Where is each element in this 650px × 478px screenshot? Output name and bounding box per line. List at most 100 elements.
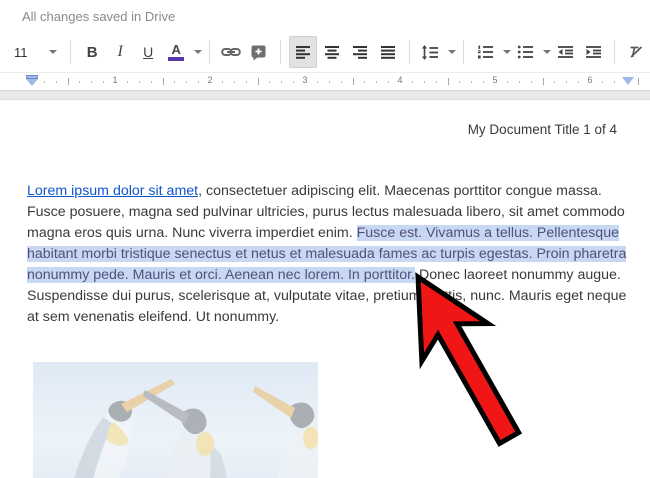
ruler-tick <box>448 78 449 85</box>
body-text: Donec laoreet nonummy augue. <box>415 267 621 283</box>
ruler-tick <box>614 81 615 83</box>
ruler-tick <box>626 81 627 83</box>
text-line[interactable]: magna eros quis urna. Nunc viverra imper… <box>27 223 642 244</box>
chevron-down-icon[interactable] <box>543 50 551 54</box>
ruler-tick <box>91 81 92 83</box>
text-color-button[interactable]: A <box>163 37 189 67</box>
line-spacing-icon <box>421 45 439 60</box>
text-line[interactable]: habitant morbi tristique senectus et net… <box>27 244 642 265</box>
ruler-tick <box>376 81 377 83</box>
toolbar-divider <box>280 40 281 64</box>
text-line[interactable]: Fusce posuere, magna sed pulvinar ultric… <box>27 202 642 223</box>
chevron-down-icon[interactable] <box>448 50 456 54</box>
ruler-tick <box>222 81 223 83</box>
ruler-number: 6 <box>587 75 592 85</box>
chevron-down-icon[interactable] <box>194 50 202 54</box>
chevron-down-icon <box>49 50 57 54</box>
selected-text: habitant morbi tristique senectus et net… <box>27 246 626 262</box>
ruler-number: 5 <box>492 75 497 85</box>
ruler-tick <box>459 81 460 83</box>
toolbar-divider <box>409 40 410 64</box>
align-center-icon <box>324 45 340 59</box>
ruler-tick <box>483 81 484 83</box>
clear-formatting-button[interactable] <box>623 37 649 67</box>
ruler-tick <box>198 81 199 83</box>
ruler-tick <box>638 78 639 85</box>
ruler-number: 1 <box>112 75 117 85</box>
ruler-tick <box>412 81 413 83</box>
align-center-button[interactable] <box>319 37 345 67</box>
ruler-tick <box>293 81 294 83</box>
paragraph[interactable]: Lorem ipsum dolor sit amet, consectetuer… <box>27 181 642 328</box>
text-line[interactable]: nonummy pede. Mauris et orci. Aenean nec… <box>27 265 642 286</box>
ruler-tick <box>163 78 164 85</box>
text-line[interactable]: Suspendisse dui purus, scelerisque at, v… <box>27 286 642 307</box>
ruler-tick <box>436 81 437 83</box>
insert-comment-button[interactable] <box>246 37 272 67</box>
numbered-list-icon <box>477 45 494 59</box>
align-left-button[interactable] <box>289 36 317 68</box>
ruler-tick <box>353 78 354 85</box>
ruler-tick <box>103 81 104 83</box>
text-line[interactable]: at sem venenatis eleifend. Ut nonummy. <box>27 307 642 328</box>
underline-button[interactable]: U <box>135 37 161 67</box>
bold-button[interactable]: B <box>79 37 105 67</box>
align-left-icon <box>295 45 311 59</box>
line-spacing-button[interactable] <box>417 37 443 67</box>
ruler-tick <box>56 81 57 83</box>
decrease-indent-button[interactable] <box>552 37 578 67</box>
document-header[interactable]: My Document Title 1 of 4 <box>468 122 617 137</box>
toolbar-divider <box>70 40 71 64</box>
ruler-tick <box>139 81 140 83</box>
document-page[interactable]: My Document Title 1 of 4 Lorem ipsum dol… <box>0 100 650 478</box>
bulleted-list-icon <box>517 45 534 59</box>
numbered-list-button[interactable] <box>472 37 498 67</box>
text-line[interactable]: Lorem ipsum dolor sit amet, consectetuer… <box>27 181 642 202</box>
justify-icon <box>380 45 396 59</box>
ruler-tick <box>519 81 520 83</box>
align-right-icon <box>352 45 368 59</box>
penguins-image[interactable] <box>33 362 318 478</box>
ruler-tick <box>507 81 508 83</box>
page-top-gap <box>0 91 650 100</box>
ruler-tick <box>151 81 152 83</box>
bulleted-list-button[interactable] <box>512 37 538 67</box>
ruler-tick <box>329 81 330 83</box>
text-color-swatch <box>168 57 184 61</box>
ruler-number: 2 <box>207 75 212 85</box>
chevron-down-icon[interactable] <box>503 50 511 54</box>
font-size-value: 11 <box>14 45 28 60</box>
body-text: Suspendisse dui purus, scelerisque at, v… <box>27 288 626 304</box>
ruler-tick <box>424 81 425 83</box>
ruler-number: 4 <box>397 75 402 85</box>
ruler-tick <box>554 81 555 83</box>
italic-button[interactable]: I <box>107 37 133 67</box>
ruler-tick <box>543 78 544 85</box>
hyperlink[interactable]: Lorem ipsum dolor sit amet <box>27 183 198 199</box>
insert-link-button[interactable] <box>218 37 244 67</box>
ruler-number: 3 <box>302 75 307 85</box>
google-docs-window: All changes saved in Drive 11 B I U A <box>0 0 650 478</box>
statusbar: All changes saved in Drive <box>0 0 650 32</box>
ruler-tick <box>364 81 365 83</box>
toolbar-divider <box>209 40 210 64</box>
ruler-tick <box>566 81 567 83</box>
ruler-tick <box>186 81 187 83</box>
ruler-tick <box>32 81 33 83</box>
ruler-tick <box>578 81 579 83</box>
ruler[interactable]: 1 2 3 4 5 6 <box>0 72 650 91</box>
ruler-tick <box>79 81 80 83</box>
ruler-tick <box>341 81 342 83</box>
selected-text: Fusce est. Vivamus a tellus. Pellentesqu… <box>357 225 619 241</box>
save-status[interactable]: All changes saved in Drive <box>22 9 175 24</box>
increase-indent-icon <box>585 45 602 59</box>
font-size-select[interactable]: 11 <box>8 37 63 67</box>
ruler-tick <box>602 81 603 83</box>
right-indent-marker[interactable] <box>622 77 634 85</box>
body-text: magna eros quis urna. Nunc viverra imper… <box>27 225 357 241</box>
increase-indent-button[interactable] <box>580 37 606 67</box>
justify-button[interactable] <box>375 37 401 67</box>
align-right-button[interactable] <box>347 37 373 67</box>
clear-formatting-icon <box>628 45 644 59</box>
body-text: , consectetuer adipiscing elit. Maecenas… <box>198 183 602 199</box>
